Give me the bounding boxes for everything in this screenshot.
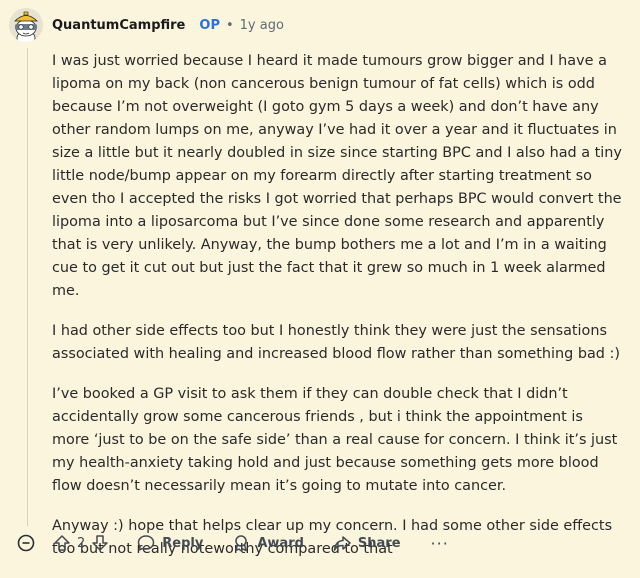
user-avatar[interactable] (9, 8, 43, 42)
upvote-arrow-icon[interactable] (52, 533, 72, 553)
share-arrow-icon (333, 536, 351, 551)
comment-timestamp[interactable]: 1y ago (240, 18, 284, 33)
award-ribbon-icon (235, 535, 248, 552)
share-label: Share (357, 535, 401, 551)
comment-paragraph: I’ve booked a GP visit to ask them if th… (52, 386, 618, 494)
comment-actions: 2 Reply Award Share ··· (16, 530, 449, 556)
collapse-minus-icon (17, 534, 35, 552)
snoo-avatar-icon (9, 8, 43, 42)
vote-count: 2 (77, 535, 86, 551)
award-label: Award (257, 535, 304, 551)
op-badge: OP (199, 17, 220, 33)
thread-line[interactable] (27, 48, 28, 526)
collapse-button[interactable] (16, 533, 36, 553)
downvote-arrow-icon[interactable] (90, 533, 110, 553)
comment-paragraph: I was just worried because I heard it ma… (52, 53, 622, 299)
vote-controls: 2 (52, 533, 110, 553)
reply-button[interactable]: Reply (136, 533, 203, 553)
separator-dot: • (225, 17, 234, 33)
username-link[interactable]: QuantumCampfire (52, 18, 185, 33)
award-button[interactable]: Award (231, 533, 304, 553)
more-options-button[interactable]: ··· (431, 534, 449, 553)
speech-bubble-icon (138, 535, 155, 551)
reply-label: Reply (162, 535, 204, 551)
comment-paragraph: I had other side effects too but I hones… (52, 323, 620, 362)
comment-body: I was just worried because I heard it ma… (52, 50, 624, 578)
share-button[interactable]: Share (332, 533, 401, 553)
comment-header: QuantumCampfire OP • 1y ago (52, 14, 284, 36)
